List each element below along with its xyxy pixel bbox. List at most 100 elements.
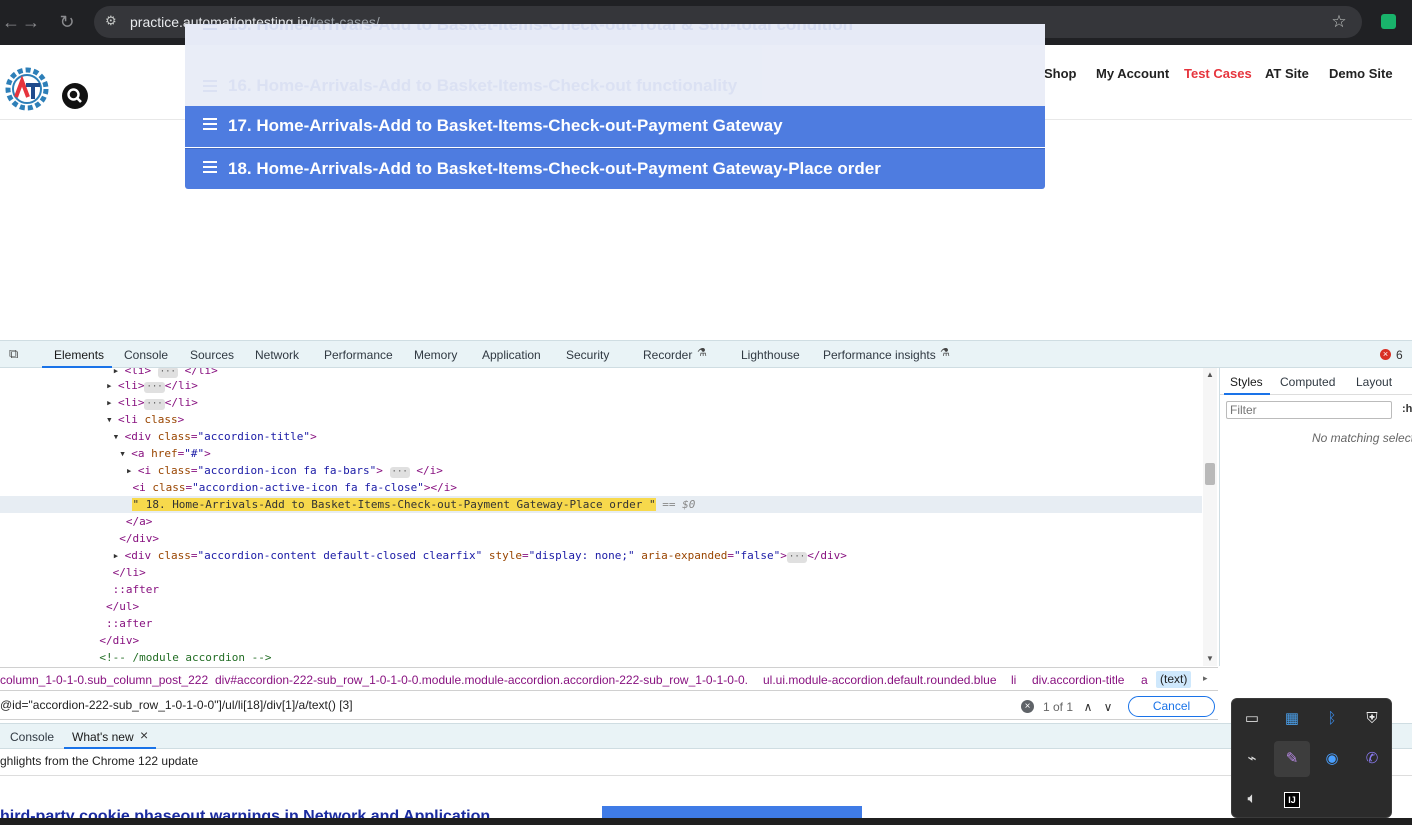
- tab-application[interactable]: Application: [482, 348, 541, 362]
- breadcrumb-item[interactable]: div#accordion-222-sub_row_1-0-1-0-0.modu…: [215, 673, 748, 687]
- dom-line[interactable]: ▾ <div class="accordion-title">: [0, 428, 1202, 445]
- speaker-icon[interactable]: 🔈︎: [1234, 781, 1270, 817]
- extension-icon[interactable]: [1381, 14, 1396, 29]
- network-app-icon[interactable]: ▦: [1274, 701, 1310, 737]
- back-arrow-icon[interactable]: ←: [0, 11, 22, 33]
- devtools-panel: ⧉ Elements Console Sources Network Perfo…: [0, 340, 1412, 825]
- styles-filter-input[interactable]: [1226, 401, 1392, 419]
- security-shield-icon[interactable]: ⛨: [1354, 701, 1390, 737]
- tab-recorder[interactable]: Recorder: [643, 348, 692, 362]
- selected-text-node[interactable]: " 18. Home-Arrivals-Add to Basket-Items-…: [132, 498, 656, 511]
- drawer-tab-bar: Console What's new ×: [0, 723, 1412, 749]
- tab-styles[interactable]: Styles: [1230, 375, 1263, 389]
- styles-tab-bar: Styles Computed Layout: [1220, 368, 1412, 395]
- breadcrumb: column_1-0-1-0.sub_column_post_222 div#a…: [0, 667, 1218, 691]
- nav-my-account[interactable]: My Account: [1096, 66, 1169, 81]
- dom-line[interactable]: </a>: [0, 513, 1202, 530]
- accordion-title: 16. Home-Arrivals-Add to Basket-Items-Ch…: [228, 76, 738, 95]
- search-input[interactable]: @id="accordion-222-sub_row_1-0-1-0-0"]/u…: [0, 698, 353, 712]
- tab-performance-insights[interactable]: Performance insights: [823, 348, 936, 362]
- elements-tree[interactable]: ▸ <li> ··· </li> ▸ <li> ··· </li> ▸ <li> ··· </…: [0, 368, 1218, 666]
- whats-new-title: ghlights from the Chrome 122 update: [0, 754, 199, 768]
- scroll-down-icon[interactable]: ▼: [1206, 654, 1214, 663]
- accordion-title: 15. Home-Arrivals-Add to Basket-Items-Ch…: [228, 24, 853, 34]
- bars-icon: [203, 80, 217, 92]
- tab-lighthouse[interactable]: Lighthouse: [741, 348, 800, 362]
- dom-line[interactable]: </li>: [0, 564, 1202, 581]
- dom-line[interactable]: ▸ <li> ··· </li>: [0, 377, 1202, 394]
- nav-test-cases[interactable]: Test Cases: [1184, 66, 1252, 81]
- nav-shop[interactable]: Shop: [1044, 66, 1077, 81]
- dom-line[interactable]: </div>: [0, 530, 1202, 547]
- flask-icon: ⚗: [697, 347, 707, 359]
- scroll-up-icon[interactable]: ▲: [1206, 370, 1214, 379]
- device-toolbar-icon[interactable]: ⧉: [9, 346, 18, 362]
- tab-security[interactable]: Security: [566, 348, 609, 362]
- bookmark-star-icon[interactable]: ☆: [1328, 11, 1350, 33]
- dom-line[interactable]: ▾ <a href="#">: [0, 445, 1202, 462]
- dom-line[interactable]: <i class="accordion-active-icon fa fa-cl…: [0, 479, 1202, 496]
- error-icon[interactable]: ×: [1380, 349, 1391, 360]
- pen-icon[interactable]: ✎: [1274, 741, 1310, 777]
- dom-line[interactable]: ::after: [0, 581, 1202, 598]
- dom-line[interactable]: ▸ <div class="accordion-content default-c…: [0, 547, 1202, 564]
- breadcrumb-item[interactable]: ul.ui.module-accordion.default.rounded.b…: [763, 673, 997, 687]
- elements-scrollbar[interactable]: ▲ ▼: [1203, 368, 1217, 666]
- cancel-button[interactable]: Cancel: [1128, 696, 1215, 717]
- tab-layout[interactable]: Layout: [1356, 375, 1392, 389]
- breadcrumb-item-current[interactable]: (text): [1156, 671, 1192, 688]
- intellij-icon[interactable]: IJ: [1274, 781, 1310, 817]
- tab-memory[interactable]: Memory: [414, 348, 457, 362]
- dom-line[interactable]: </div>: [0, 632, 1202, 649]
- dom-line-selected[interactable]: " 18. Home-Arrivals-Add to Basket-Items-…: [0, 496, 1202, 513]
- monitor-icon[interactable]: ▭: [1234, 701, 1270, 737]
- system-tray-overflow: ▭ ▦ ᛒ ⛨ ⌁ ✎ ◉ ✆ 🔈︎ IJ: [1231, 698, 1392, 818]
- breadcrumb-item[interactable]: a: [1141, 673, 1148, 687]
- accordion-item-17[interactable]: 17. Home-Arrivals-Add to Basket-Items-Ch…: [185, 106, 1045, 147]
- dom-line[interactable]: ▸ <i class="accordion-icon fa fa-bars"> ·…: [0, 462, 1202, 479]
- close-icon[interactable]: ×: [140, 727, 148, 743]
- active-tab-indicator: [1224, 393, 1270, 395]
- dom-line[interactable]: <!-- /module accordion -->: [0, 649, 1202, 666]
- bluetooth-icon[interactable]: ᛒ: [1314, 701, 1350, 737]
- satellite-icon[interactable]: ⌁: [1234, 741, 1270, 777]
- hov-toggle[interactable]: :h: [1402, 403, 1412, 415]
- error-count[interactable]: 6: [1396, 348, 1403, 362]
- dom-line[interactable]: ::after: [0, 615, 1202, 632]
- nav-demo-site[interactable]: Demo Site: [1329, 66, 1393, 81]
- drawer-tab-console[interactable]: Console: [10, 730, 54, 744]
- nav-at-site[interactable]: AT Site: [1265, 66, 1309, 81]
- breadcrumb-item[interactable]: column_1-0-1-0.sub_column_post_222: [0, 673, 208, 687]
- dom-line[interactable]: </ul>: [0, 598, 1202, 615]
- tab-elements[interactable]: Elements: [54, 348, 104, 362]
- scroll-thumb[interactable]: [1205, 463, 1215, 485]
- bars-icon: [203, 24, 217, 30]
- accordion-item-15[interactable]: 15. Home-Arrivals-Add to Basket-Items-Ch…: [185, 24, 1045, 45]
- dom-line[interactable]: ▾ <li class>: [0, 411, 1202, 428]
- viber-icon[interactable]: ✆: [1354, 741, 1390, 777]
- bars-icon: [203, 161, 217, 173]
- accordion-item-18[interactable]: 18. Home-Arrivals-Add to Basket-Items-Ch…: [185, 148, 1045, 189]
- accordion-title: 17. Home-Arrivals-Add to Basket-Items-Ch…: [228, 116, 783, 135]
- breadcrumb-item[interactable]: div.accordion-title: [1032, 673, 1124, 687]
- styles-sidebar: Styles Computed Layout :h No matching se…: [1219, 368, 1412, 666]
- dom-line[interactable]: ▸ <li> ··· </li>: [0, 394, 1202, 411]
- forward-arrow-icon[interactable]: →: [20, 11, 42, 33]
- active-tab-indicator: [64, 747, 156, 749]
- drawer-tab-whats-new[interactable]: What's new: [72, 730, 134, 744]
- search-icon[interactable]: [62, 83, 88, 109]
- webex-icon[interactable]: ◉: [1314, 741, 1350, 777]
- site-logo[interactable]: [2, 63, 52, 115]
- breadcrumb-scroll-icon[interactable]: ▸: [1203, 673, 1208, 684]
- tab-sources[interactable]: Sources: [190, 348, 234, 362]
- search-next-icon[interactable]: ∨: [1099, 698, 1117, 716]
- search-prev-icon[interactable]: ∧: [1079, 698, 1097, 716]
- tab-performance[interactable]: Performance: [324, 348, 393, 362]
- site-settings-icon[interactable]: ⚙: [105, 13, 117, 29]
- breadcrumb-item[interactable]: li: [1011, 673, 1016, 687]
- tab-computed[interactable]: Computed: [1280, 375, 1335, 389]
- clear-icon[interactable]: ×: [1021, 700, 1034, 713]
- reload-icon[interactable]: ↻: [56, 11, 78, 33]
- tab-network[interactable]: Network: [255, 348, 299, 362]
- tab-console[interactable]: Console: [124, 348, 168, 362]
